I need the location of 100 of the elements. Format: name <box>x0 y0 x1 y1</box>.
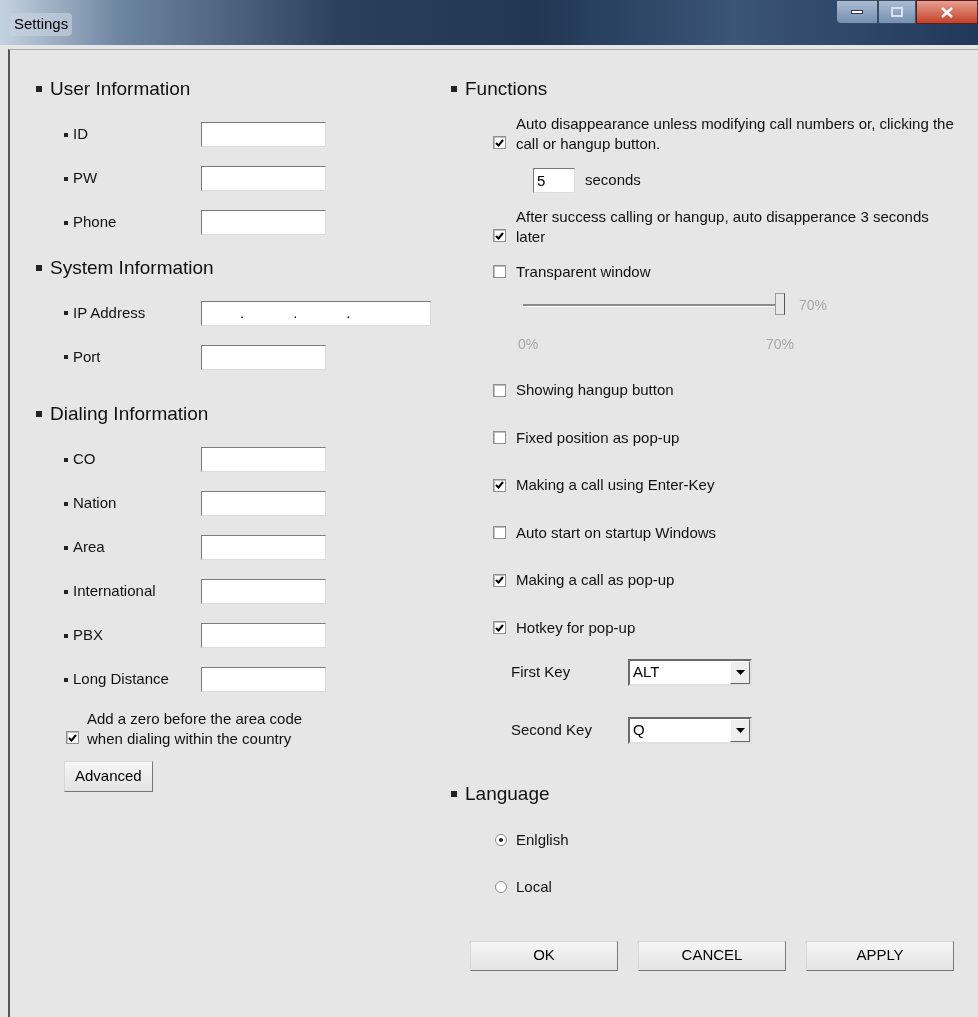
field-label: International <box>73 581 157 602</box>
field-label: Port <box>73 346 102 367</box>
bullet-icon <box>451 86 457 93</box>
dropdown-value: Q <box>632 720 646 741</box>
bullet-icon <box>64 176 68 181</box>
input-field[interactable] <box>201 579 326 604</box>
section-heading: System Information <box>50 255 214 280</box>
checkmark-icon <box>495 623 504 632</box>
bullet-icon <box>64 545 68 550</box>
advanced-button[interactable]: Advanced <box>64 760 153 792</box>
bullet-icon <box>36 264 42 271</box>
checkbox-label: Transparent window <box>516 261 651 282</box>
ip-separator: . <box>293 302 298 323</box>
dropdown-arrow-button[interactable] <box>730 719 750 742</box>
bullet-icon <box>64 311 68 315</box>
dropdown-arrow-button[interactable] <box>730 661 750 684</box>
seconds-field[interactable]: 5 <box>533 167 575 193</box>
field-label: CO <box>73 449 97 470</box>
hotkey-dropdown[interactable]: Q <box>628 717 752 744</box>
close-button[interactable] <box>916 0 978 24</box>
maximize-icon <box>891 7 903 17</box>
input-field[interactable] <box>201 122 326 147</box>
checkbox-label: Auto start on startup Windows <box>516 522 717 543</box>
checkmark-icon <box>495 231 504 240</box>
radio-button[interactable] <box>495 881 507 894</box>
ip-address-field[interactable]: . . . <box>201 300 431 326</box>
checkbox[interactable] <box>493 136 506 149</box>
slider-value: 70% <box>799 296 828 315</box>
input-field[interactable] <box>201 210 326 235</box>
bullet-icon <box>64 633 68 638</box>
checkbox[interactable] <box>493 383 506 397</box>
bullet-icon <box>64 589 68 594</box>
checkmark-icon <box>495 576 504 585</box>
hotkey-dropdown[interactable]: ALT <box>628 659 752 686</box>
slider-max-label: 70% <box>765 335 794 354</box>
checkmark-icon <box>495 481 504 490</box>
hotkey-label: First Key <box>511 662 572 683</box>
field-label: ID <box>73 124 89 145</box>
dialog-button[interactable]: APPLY <box>806 940 954 971</box>
checkbox-label: Hotkey for pop-up <box>516 617 636 638</box>
checkbox-label: Making a call using Enter-Key <box>516 475 715 495</box>
checkbox-label: Making a call as pop-up <box>516 570 675 590</box>
input-field[interactable] <box>201 667 326 692</box>
checkbox[interactable] <box>493 526 506 540</box>
checkbox[interactable] <box>493 478 506 492</box>
seconds-label: seconds <box>585 169 641 190</box>
field-label: IP Address <box>73 302 147 323</box>
field-label: Nation <box>73 493 118 514</box>
slider-min-label: 0% <box>518 335 539 354</box>
close-icon <box>941 6 953 18</box>
checkbox[interactable] <box>493 573 506 587</box>
dialog-button[interactable]: OK <box>470 940 618 971</box>
checkbox[interactable] <box>493 229 506 242</box>
dialog-button[interactable]: CANCEL <box>638 940 786 971</box>
bullet-icon <box>64 132 68 137</box>
ip-separator: . <box>240 302 245 323</box>
checkbox-label: Auto disappearance unless modifying call numbers or, clicking the call or hangup button. <box>516 113 955 154</box>
section-heading: Language <box>465 782 550 806</box>
caret-icon <box>735 728 745 733</box>
field-label: Area <box>73 537 106 558</box>
input-field[interactable] <box>201 447 326 472</box>
field-label: PBX <box>73 625 104 646</box>
input-field[interactable] <box>201 623 326 648</box>
bullet-icon <box>64 677 68 682</box>
radio-button[interactable] <box>495 833 507 846</box>
minimize-button[interactable] <box>836 0 878 24</box>
checkmark-icon <box>495 138 504 147</box>
checkbox-label: Fixed position as pop-up <box>516 427 680 448</box>
bullet-icon <box>64 220 68 225</box>
field-label: Phone <box>73 212 118 233</box>
checkbox-label: After success calling or hangup, auto disapperance 3 seconds later <box>516 206 930 247</box>
minimize-icon <box>851 10 863 14</box>
bullet-icon <box>64 355 68 359</box>
input-field[interactable] <box>201 166 326 191</box>
field-label: Long Distance <box>73 669 170 690</box>
checkbox[interactable] <box>493 431 506 445</box>
window-title: Settings <box>10 13 73 36</box>
checkmark-icon <box>68 733 77 742</box>
checkbox-label: Showing hangup button <box>516 380 674 400</box>
bullet-icon <box>36 411 42 418</box>
section-heading: User Information <box>50 77 191 101</box>
checkbox[interactable] <box>66 731 79 744</box>
input-field[interactable] <box>201 491 326 516</box>
section-heading: Dialing Information <box>50 402 209 426</box>
radio-label: Local <box>516 877 552 897</box>
checkbox[interactable] <box>493 265 506 279</box>
bullet-icon <box>36 86 42 93</box>
field-label: PW <box>73 168 99 189</box>
bullet-icon <box>64 457 68 462</box>
input-field[interactable] <box>201 344 326 370</box>
radio-label: Enlglish <box>516 829 569 850</box>
dropdown-value: ALT <box>632 662 661 683</box>
input-field[interactable] <box>201 535 326 560</box>
caret-icon <box>735 670 745 675</box>
bullet-icon <box>451 791 457 798</box>
checkbox-label: Add a zero before the area code when dialing within the country <box>87 708 304 749</box>
checkbox[interactable] <box>493 621 506 635</box>
maximize-button[interactable] <box>878 0 916 24</box>
section-heading: Functions <box>465 77 548 101</box>
bullet-icon <box>64 501 68 506</box>
